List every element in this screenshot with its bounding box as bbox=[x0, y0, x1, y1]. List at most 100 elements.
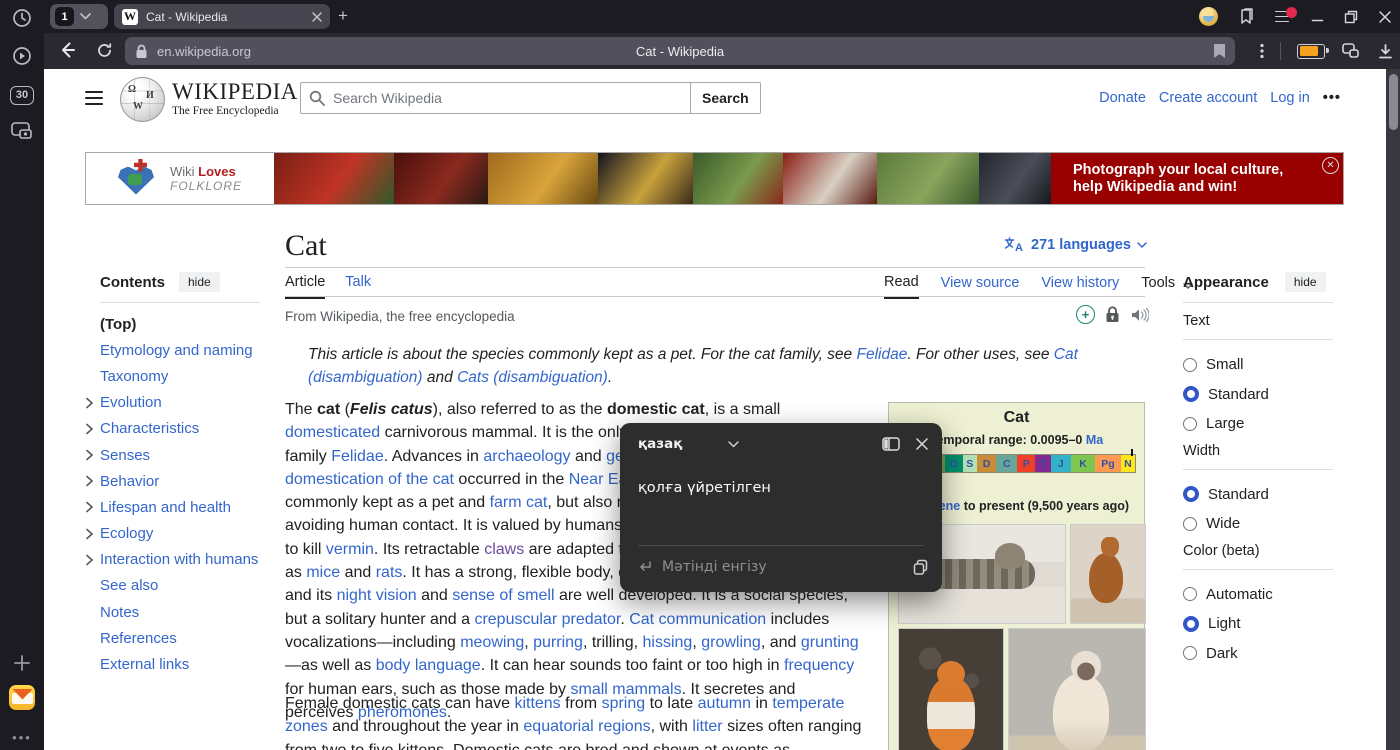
downloads-icon[interactable] bbox=[1377, 43, 1394, 60]
wiki-link[interactable]: body language bbox=[376, 657, 481, 674]
popup-input-placeholder[interactable]: Мәтінді енгізу bbox=[662, 559, 767, 575]
radio-icon[interactable] bbox=[1183, 358, 1197, 372]
toc-item[interactable]: Characteristics bbox=[85, 416, 271, 442]
appearance-option-small[interactable]: Small bbox=[1183, 350, 1378, 380]
close-window-icon[interactable] bbox=[1378, 10, 1392, 24]
wiki-link[interactable]: kittens bbox=[514, 695, 560, 712]
media-play-icon[interactable] bbox=[9, 43, 35, 69]
wiki-link[interactable]: farm cat bbox=[490, 494, 548, 511]
wiki-link[interactable]: night vision bbox=[337, 587, 417, 604]
new-tab-button[interactable]: + bbox=[338, 6, 348, 26]
popup-close-icon[interactable] bbox=[916, 438, 928, 450]
main-menu-icon[interactable] bbox=[85, 91, 103, 105]
radio-selected-icon[interactable] bbox=[1183, 486, 1199, 502]
toc-item-label[interactable]: Etymology and naming bbox=[85, 342, 253, 359]
minimize-icon[interactable] bbox=[1311, 10, 1324, 23]
tab-view-history[interactable]: View history bbox=[1041, 275, 1119, 298]
tab-view-source[interactable]: View source bbox=[941, 275, 1020, 298]
restore-window-icon[interactable] bbox=[1344, 10, 1358, 24]
wiki-link[interactable]: rats bbox=[376, 564, 403, 581]
wikipedia-wordmark[interactable]: WIKIPEDIA The Free Encyclopedia bbox=[172, 80, 298, 117]
tab-close-icon[interactable] bbox=[312, 12, 322, 22]
wiki-link[interactable]: growling bbox=[701, 634, 761, 651]
appearance-option-wide[interactable]: Wide bbox=[1183, 509, 1378, 539]
donate-link[interactable]: Donate bbox=[1099, 90, 1146, 106]
toc-item[interactable]: (Top) bbox=[85, 311, 271, 337]
toc-item-label[interactable]: Evolution bbox=[100, 394, 162, 411]
toc-item-label[interactable]: Notes bbox=[85, 604, 139, 621]
toc-expand-chevron-icon[interactable] bbox=[85, 449, 100, 461]
more-options-icon[interactable]: ••• bbox=[9, 724, 35, 750]
mail-app-icon[interactable] bbox=[9, 684, 35, 710]
radio-selected-icon[interactable] bbox=[1183, 386, 1199, 402]
login-link[interactable]: Log in bbox=[1270, 90, 1310, 106]
languages-button[interactable]: A 271 languages bbox=[1004, 237, 1147, 253]
scrollbar-thumb[interactable] bbox=[1389, 74, 1398, 130]
cat-photo-abyssinian[interactable] bbox=[1070, 524, 1146, 624]
toc-item[interactable]: See also bbox=[85, 573, 271, 599]
appearance-option-light[interactable]: Light bbox=[1183, 609, 1378, 639]
toc-item-label[interactable]: Characteristics bbox=[100, 420, 199, 437]
wiki-link[interactable]: litter bbox=[692, 718, 722, 735]
timeline-segment[interactable]: T bbox=[1035, 455, 1050, 472]
wiki-link[interactable]: grunting bbox=[801, 634, 859, 651]
cat-photo-siamese[interactable] bbox=[1008, 628, 1146, 750]
wiki-link[interactable]: Cat communication bbox=[629, 611, 766, 628]
toc-item-label[interactable]: Taxonomy bbox=[85, 368, 168, 385]
page-actions-kebab-icon[interactable] bbox=[1260, 43, 1264, 59]
workspace-switcher[interactable]: 1 bbox=[50, 4, 108, 29]
back-icon[interactable] bbox=[57, 40, 77, 60]
wiki-link[interactable]: domesticated bbox=[285, 424, 380, 441]
toc-item-label[interactable]: Behavior bbox=[100, 473, 159, 490]
timeline-segment[interactable]: O bbox=[945, 455, 963, 472]
wiki-link[interactable]: equatorial regions bbox=[523, 718, 650, 735]
appearance-option-standard[interactable]: Standard bbox=[1183, 380, 1378, 410]
toc-item[interactable]: Evolution bbox=[85, 390, 271, 416]
reload-icon[interactable] bbox=[96, 42, 113, 59]
tab-counter-badge[interactable]: 30 bbox=[9, 82, 35, 108]
toc-expand-chevron-icon[interactable] bbox=[85, 475, 100, 487]
cat-photo-orange-white[interactable] bbox=[898, 628, 1004, 750]
wiki-link[interactable]: spring bbox=[602, 695, 646, 712]
browser-tab[interactable]: W Cat - Wikipedia bbox=[114, 4, 330, 29]
scrollbar[interactable] bbox=[1386, 69, 1400, 750]
toc-expand-chevron-icon[interactable] bbox=[85, 554, 100, 566]
wiki-link[interactable]: meowing bbox=[460, 634, 524, 651]
timeline-segment[interactable]: K bbox=[1071, 455, 1095, 472]
wiki-link[interactable]: domestication of the cat bbox=[285, 471, 454, 488]
toc-item-label[interactable]: Senses bbox=[100, 447, 150, 464]
wiki-link[interactable]: archaeology bbox=[483, 448, 570, 465]
profile-avatar[interactable] bbox=[1199, 7, 1218, 26]
wiki-link[interactable]: hissing bbox=[643, 634, 693, 651]
wiki-link[interactable]: Cats (disambiguation) bbox=[457, 369, 608, 386]
toc-expand-chevron-icon[interactable] bbox=[85, 423, 100, 435]
banner-close-icon[interactable]: ✕ bbox=[1322, 157, 1339, 174]
radio-icon[interactable] bbox=[1183, 517, 1197, 531]
wiki-link[interactable]: frequency bbox=[784, 657, 854, 674]
appearance-option-automatic[interactable]: Automatic bbox=[1183, 580, 1378, 610]
radio-icon[interactable] bbox=[1183, 587, 1197, 601]
appearance-hide-button[interactable]: hide bbox=[1285, 272, 1326, 292]
popup-language-select[interactable]: қазақ bbox=[638, 436, 682, 452]
radio-selected-icon[interactable] bbox=[1183, 616, 1199, 632]
wiki-link[interactable]: Felidae bbox=[331, 448, 383, 465]
radio-icon[interactable] bbox=[1183, 646, 1197, 660]
toc-item[interactable]: References bbox=[85, 625, 271, 651]
timeline-segment[interactable]: C bbox=[996, 455, 1017, 472]
toc-item[interactable]: Behavior bbox=[85, 468, 271, 494]
wiki-link[interactable]: crepuscular predator bbox=[474, 611, 620, 628]
timeline-segment[interactable]: D bbox=[977, 455, 997, 472]
timeline-segment[interactable]: J bbox=[1051, 455, 1071, 472]
wiki-loves-folklore-banner[interactable]: Wiki Loves FOLKLORE Photograph your loca… bbox=[85, 152, 1344, 205]
open-sidebar-icon[interactable] bbox=[882, 437, 900, 451]
battery-indicator-icon[interactable] bbox=[1297, 44, 1325, 59]
toc-item[interactable]: Senses bbox=[85, 442, 271, 468]
wiki-link[interactable]: claws bbox=[484, 541, 524, 558]
listen-audio-icon[interactable] bbox=[1130, 307, 1149, 323]
good-article-plus-icon[interactable]: + bbox=[1076, 305, 1095, 324]
toc-item[interactable]: Notes bbox=[85, 599, 271, 625]
toc-expand-chevron-icon[interactable] bbox=[85, 397, 100, 409]
create-account-link[interactable]: Create account bbox=[1159, 90, 1257, 106]
tab-tools[interactable]: Tools bbox=[1141, 275, 1175, 298]
wiki-link[interactable]: mice bbox=[306, 564, 340, 581]
